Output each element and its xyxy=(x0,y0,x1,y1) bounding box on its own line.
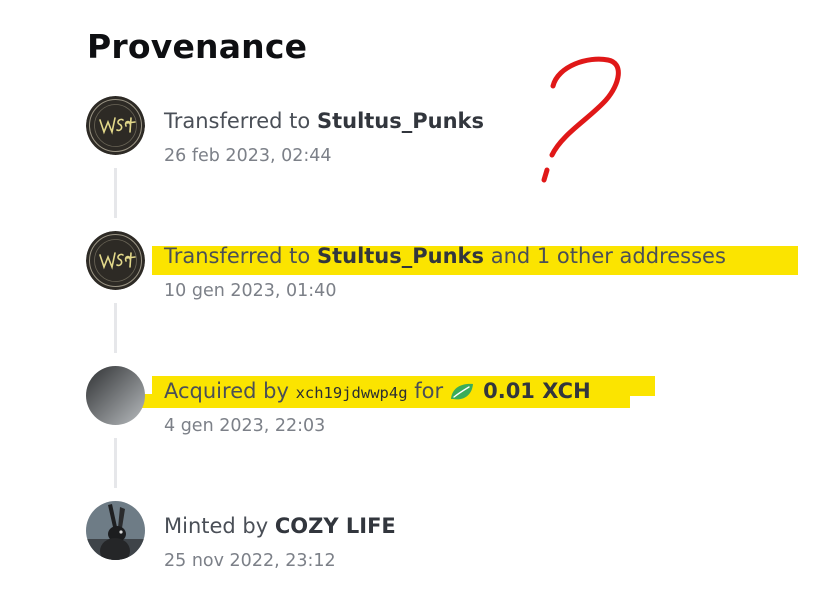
question-mark-annotation xyxy=(541,56,621,183)
recipient-link[interactable]: Stultus_Punks xyxy=(317,244,484,268)
avatar[interactable] xyxy=(86,366,145,425)
event-date: 4 gen 2023, 22:03 xyxy=(164,416,326,436)
event-suffix: and 1 other addresses xyxy=(490,244,726,268)
creator-link[interactable]: COZY LIFE xyxy=(275,514,396,538)
address-link[interactable]: xch19jdwwp4g xyxy=(296,384,408,402)
timeline-connector xyxy=(114,168,117,218)
rabbit-photo-icon xyxy=(86,501,145,560)
avatar[interactable] xyxy=(86,231,145,290)
wsct-logo-icon xyxy=(86,96,145,155)
timeline-connector xyxy=(114,303,117,353)
event-description: Transferred to Stultus_Punks and 1 other… xyxy=(164,244,726,268)
avatar[interactable] xyxy=(86,501,145,560)
timeline-connector xyxy=(114,438,117,488)
event-description: Transferred to Stultus_Punks xyxy=(164,109,484,133)
event-description: Acquired by xch19jdwwp4g for 0.01 XCH xyxy=(164,379,591,403)
event-date: 10 gen 2023, 01:40 xyxy=(164,281,337,301)
avatar[interactable] xyxy=(86,96,145,155)
event-date: 26 feb 2023, 02:44 xyxy=(164,146,332,166)
event-action: Transferred to xyxy=(164,244,311,268)
page-title: Provenance xyxy=(87,27,308,66)
event-action: Acquired by xyxy=(164,379,289,403)
price-amount: 0.01 XCH xyxy=(483,379,591,403)
event-date: 25 nov 2022, 23:12 xyxy=(164,551,336,571)
for-label: for xyxy=(414,379,444,403)
gray-gradient-avatar-icon xyxy=(86,366,145,425)
event-action: Minted by xyxy=(164,514,269,538)
wsct-logo-icon xyxy=(86,231,145,290)
event-action: Transferred to xyxy=(164,109,311,133)
event-description: Minted by COZY LIFE xyxy=(164,514,396,538)
chia-leaf-icon xyxy=(451,383,474,400)
recipient-link[interactable]: Stultus_Punks xyxy=(317,109,484,133)
